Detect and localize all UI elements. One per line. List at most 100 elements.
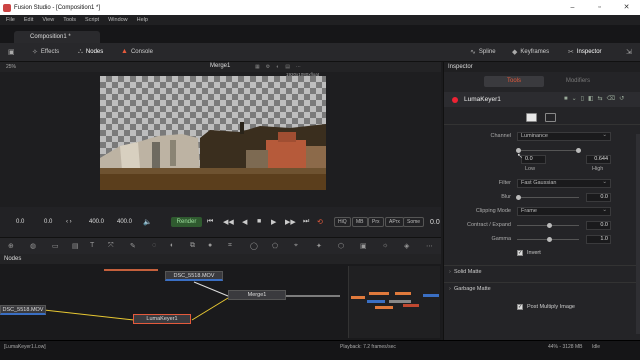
gamma-value[interactable]: 1.0 <box>586 235 611 244</box>
menu-tools[interactable]: Tools <box>63 17 76 23</box>
maximize-icon[interactable]: ▫ <box>586 0 613 15</box>
invert-checkbox[interactable]: ✓ <box>517 250 523 256</box>
node-minimap[interactable] <box>348 266 440 338</box>
tool-header-icons[interactable]: ■⌄▯◧⇆⌫↺ <box>564 95 628 102</box>
blur-value[interactable]: 0.0 <box>586 193 611 202</box>
brush-tool-icon[interactable]: ✎ <box>130 242 136 250</box>
blur-tool-icon[interactable]: ◌ <box>152 242 156 249</box>
crop-tool-icon[interactable]: ⌗ <box>228 242 232 250</box>
image-tool-icon[interactable]: ▭ <box>52 242 59 250</box>
range-slider-track[interactable] <box>517 150 579 151</box>
close-icon[interactable]: ✕ <box>613 0 640 15</box>
zoom-level[interactable]: 25% <box>6 64 16 70</box>
media-pool-toggle[interactable]: ▣ <box>8 48 15 56</box>
inspector-scrollbar[interactable] <box>636 134 640 334</box>
paint-tool-icon[interactable]: ◍ <box>30 242 36 250</box>
transform-tool-icon[interactable]: ⤧ <box>108 242 114 250</box>
nodes-button[interactable]: ⛬ Nodes <box>78 48 103 56</box>
controls-page-tab[interactable] <box>526 113 537 122</box>
high-value[interactable]: 0.644 <box>586 155 611 164</box>
viewer-options-icons[interactable]: ▦⚙◐▤⋯ <box>255 64 307 70</box>
particle-tool-icon[interactable]: ✦ <box>316 242 322 250</box>
high-handle[interactable] <box>576 148 581 153</box>
low-value[interactable]: 0.0 <box>521 155 546 164</box>
play-reverse-icon[interactable]: ◀ <box>242 218 247 226</box>
stop-icon[interactable]: ■ <box>257 218 261 225</box>
node-editor[interactable]: Nodes DSC_5518.MOV DSC_5518.MOV Merge1 L… <box>0 254 441 340</box>
solid-matte-section[interactable]: › Solid Matte <box>444 265 640 278</box>
step-back-icon[interactable]: ◀◀ <box>223 218 234 226</box>
hiq-toggle[interactable]: HiQ <box>334 217 351 227</box>
lumakeyer-node[interactable]: LumaKeyer1 <box>133 314 191 324</box>
composition-tab-bar: Composition1 * <box>0 25 640 43</box>
background-tool-icon[interactable]: ⊕ <box>8 242 14 250</box>
settings-page-tab[interactable] <box>545 113 556 122</box>
inspector-button[interactable]: ✂ Inspector <box>568 48 602 56</box>
menu-file[interactable]: File <box>6 17 15 23</box>
media-in-node-2[interactable]: DSC_5518.MOV <box>0 305 46 315</box>
tab-tools[interactable]: Tools <box>484 76 544 87</box>
keyframes-button[interactable]: ◆ Keyframes <box>512 48 549 56</box>
garbage-matte-section[interactable]: › Garbage Matte <box>444 282 640 295</box>
play-icon[interactable]: ▶ <box>271 218 276 226</box>
more-tools-icon[interactable]: ⋯ <box>426 242 433 250</box>
blur-slider[interactable] <box>517 197 579 198</box>
media-in-node-1[interactable]: DSC_5518.MOV <box>165 271 223 281</box>
step-forward-icon[interactable]: ▶▶ <box>285 218 296 226</box>
render-start[interactable]: 0.0 <box>44 219 52 225</box>
polygon-tool-icon[interactable]: ⬠ <box>272 242 278 250</box>
contract-handle[interactable] <box>547 223 552 228</box>
gamma-handle[interactable] <box>547 237 552 242</box>
tool-header[interactable]: LumaKeyer1 ■⌄▯◧⇆⌫↺ <box>444 92 640 107</box>
tab-composition1[interactable]: Composition1 * <box>14 31 100 43</box>
global-start[interactable]: 0.0 <box>16 219 24 225</box>
render-range-arrows[interactable]: ‹ › <box>66 219 72 225</box>
filter-dropdown[interactable]: Fast Gaussian <box>517 179 611 188</box>
go-to-start-icon[interactable]: ⏮ <box>207 218 213 226</box>
effects-button[interactable]: ✧ Effects <box>32 48 59 56</box>
filter-label: Filter <box>498 180 511 186</box>
camera-tool-icon[interactable]: ▣ <box>360 242 367 250</box>
render-end[interactable]: 400.0 <box>89 219 104 225</box>
merge-node[interactable]: Merge1 <box>228 290 286 300</box>
blur-handle[interactable] <box>516 195 521 200</box>
channel-dropdown[interactable]: Luminance <box>517 132 611 141</box>
global-end[interactable]: 400.0 <box>117 219 132 225</box>
mask-tool-icon[interactable]: ◯ <box>250 242 258 250</box>
gradient-tool-icon[interactable]: ▤ <box>72 242 79 250</box>
viewer-canvas[interactable] <box>100 76 326 190</box>
menu-window[interactable]: Window <box>108 17 128 23</box>
loop-icon[interactable]: ⟲ <box>317 218 323 226</box>
prx-toggle[interactable]: Prx <box>368 217 384 227</box>
light-tool-icon[interactable]: ☼ <box>382 242 388 249</box>
color-tool-icon[interactable]: ◐ <box>170 242 174 249</box>
post-multiply-checkbox[interactable]: ✓ <box>517 304 523 310</box>
menu-view[interactable]: View <box>42 17 54 23</box>
merge-tool-icon[interactable]: ⧉ <box>190 242 195 250</box>
go-to-end-icon[interactable]: ⏭ <box>303 218 309 226</box>
menu-script[interactable]: Script <box>85 17 99 23</box>
menu-help[interactable]: Help <box>137 17 148 23</box>
some-toggle[interactable]: Some <box>403 217 425 227</box>
text-tool-icon[interactable]: T <box>90 242 94 249</box>
drop-tool-icon[interactable]: ● <box>208 242 212 249</box>
contract-value[interactable]: 0.0 <box>586 221 611 230</box>
audio-icon[interactable]: 🔈 <box>143 218 152 226</box>
minimize-icon[interactable]: – <box>559 0 586 15</box>
render3d-tool-icon[interactable]: ◈ <box>404 242 409 250</box>
tab-modifiers[interactable]: Modifiers <box>548 76 608 87</box>
spline-button[interactable]: ∿ Spline <box>470 48 496 56</box>
menu-edit[interactable]: Edit <box>24 17 33 23</box>
aprx-toggle[interactable]: APrx <box>385 217 404 227</box>
expand-button[interactable]: ⇲ <box>626 48 632 56</box>
render-button[interactable]: Render <box>171 217 202 227</box>
tool-enable-icon[interactable] <box>452 97 458 103</box>
3d-tool-icon[interactable]: ⬡ <box>338 242 344 250</box>
console-button[interactable]: ▲ Console <box>121 48 153 55</box>
console-label: Console <box>130 48 153 55</box>
clipping-dropdown[interactable]: Frame <box>517 207 611 216</box>
tracker-tool-icon[interactable]: ⌖ <box>294 242 298 250</box>
current-frame[interactable]: 0.0 <box>430 219 440 226</box>
mb-toggle[interactable]: MB <box>352 217 368 227</box>
spline-icon: ∿ <box>470 49 476 56</box>
